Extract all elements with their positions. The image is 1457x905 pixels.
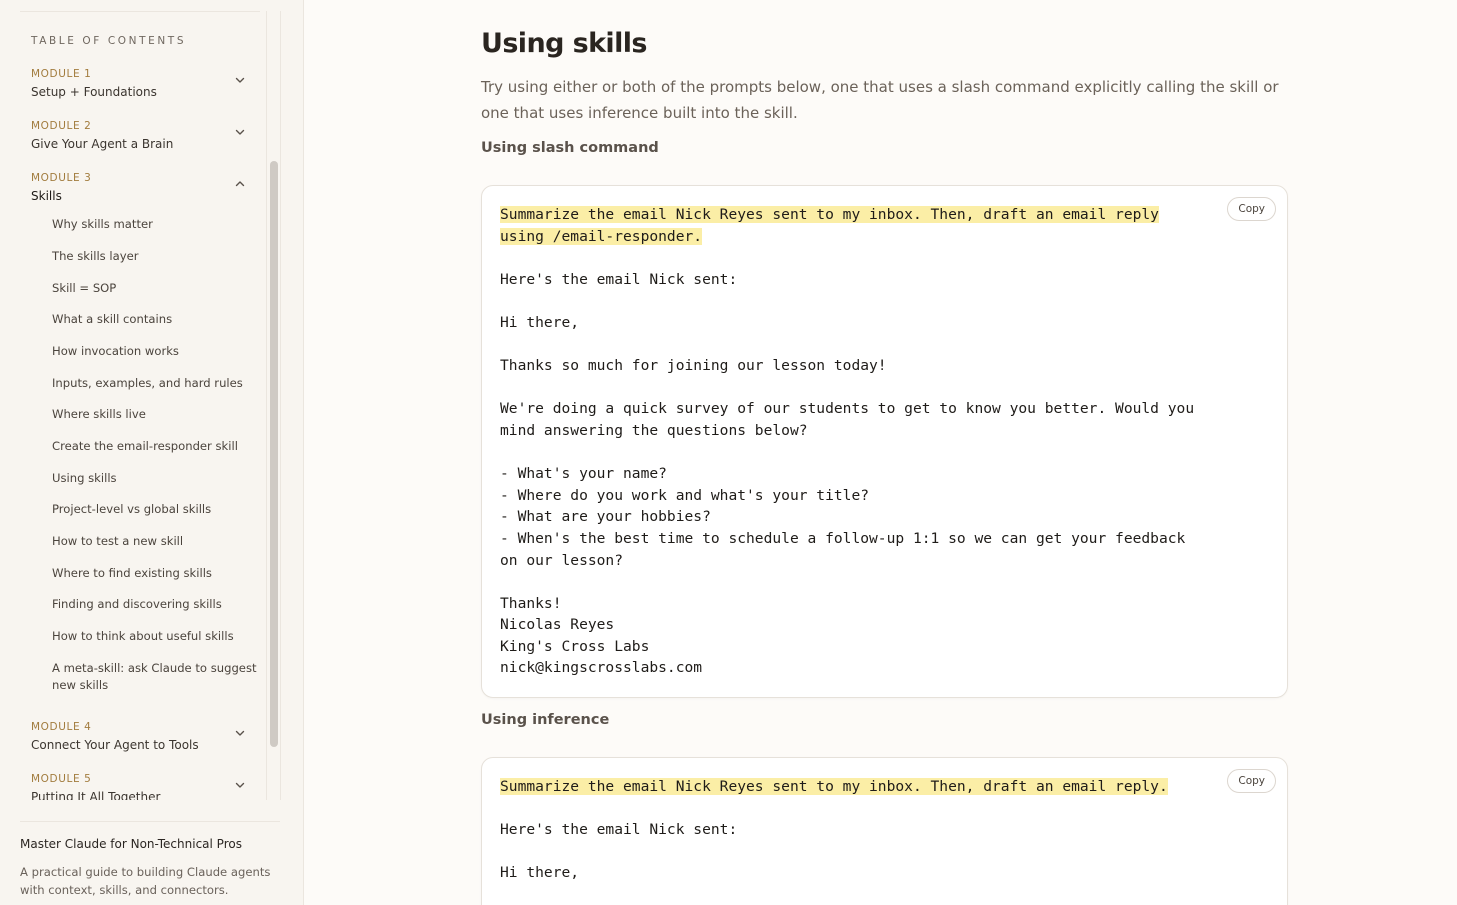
module-title: Skills — [31, 189, 62, 203]
toc-lesson[interactable]: What a skill contains — [52, 311, 257, 328]
chevron-down-icon[interactable] — [233, 125, 247, 139]
course-title: Master Claude for Non-Technical Pros — [20, 837, 242, 851]
chevron-down-icon[interactable] — [233, 73, 247, 87]
module-title: Setup + Foundations — [31, 85, 157, 99]
toc-lesson[interactable]: Inputs, examples, and hard rules — [52, 375, 257, 392]
chevron-up-icon[interactable] — [233, 177, 247, 191]
toc-lesson[interactable]: How to think about useful skills — [52, 628, 257, 645]
toc-lesson[interactable]: How to test a new skill — [52, 533, 257, 550]
code-content: Summarize the email Nick Reyes sent to m… — [500, 204, 1194, 679]
code-block-slash-command: Copy Summarize the email Nick Reyes sent… — [481, 185, 1288, 698]
code-body: Here's the email Nick sent: Hi there, Th… — [500, 270, 1195, 677]
toc-divider — [20, 11, 260, 12]
toc-lesson[interactable]: The skills layer — [52, 248, 257, 265]
code-block-inference: Copy Summarize the email Nick Reyes sent… — [481, 757, 1288, 905]
module-kicker: MODULE 4 — [31, 721, 92, 733]
module-kicker: MODULE 5 — [31, 773, 92, 785]
footer-divider — [20, 821, 280, 822]
module-kicker: MODULE 1 — [31, 68, 92, 80]
chevron-down-icon[interactable] — [233, 778, 247, 792]
toc-module-4[interactable]: MODULE 4 Connect Your Agent to Tools — [31, 720, 256, 753]
section-label-inference: Using inference — [481, 712, 610, 728]
toc-lesson[interactable]: Skill = SOP — [52, 280, 257, 297]
toc-scrollbar-thumb[interactable] — [270, 161, 278, 747]
main-content: Using skills Try using either or both of… — [305, 0, 1457, 905]
toc-module-3[interactable]: MODULE 3 Skills — [31, 171, 256, 204]
copy-button[interactable]: Copy — [1227, 769, 1276, 793]
module-title: Putting It All Together — [31, 790, 161, 800]
toc-scroll-area[interactable]: TABLE OF CONTENTS MODULE 1 Setup + Found… — [0, 0, 266, 800]
sidebar-footer: Master Claude for Non-Technical Pros A p… — [0, 821, 304, 905]
highlighted-prompt: Summarize the email Nick Reyes sent to m… — [500, 778, 1168, 795]
code-content: Summarize the email Nick Reyes sent to m… — [500, 776, 1168, 884]
copy-button[interactable]: Copy — [1227, 197, 1276, 221]
module-title: Connect Your Agent to Tools — [31, 738, 199, 752]
toc-lesson[interactable]: Create the email-responder skill — [52, 438, 257, 455]
module-title: Give Your Agent a Brain — [31, 137, 174, 151]
chevron-down-icon[interactable] — [233, 726, 247, 740]
highlighted-prompt: Summarize the email Nick Reyes sent to m… — [500, 206, 1159, 245]
page-title: Using skills — [481, 28, 647, 59]
module-kicker: MODULE 2 — [31, 120, 92, 132]
module-kicker: MODULE 3 — [31, 172, 92, 184]
code-body: Here's the email Nick sent: Hi there, — [500, 821, 738, 882]
toc-lesson[interactable]: How invocation works — [52, 343, 257, 360]
course-description: A practical guide to building Claude age… — [20, 865, 271, 897]
toc-heading: TABLE OF CONTENTS — [31, 35, 187, 47]
toc-lesson-current[interactable]: Using skills — [52, 470, 257, 487]
toc-lesson[interactable]: Where skills live — [52, 406, 257, 423]
toc-lesson[interactable]: Why skills matter — [52, 216, 257, 233]
toc-module-2[interactable]: MODULE 2 Give Your Agent a Brain — [31, 119, 256, 152]
toc-scrollbar[interactable] — [266, 11, 281, 800]
toc-lesson[interactable]: Project-level vs global skills — [52, 501, 257, 518]
section-label-slash-command: Using slash command — [481, 140, 659, 156]
intro-paragraph: Try using either or both of the prompts … — [481, 78, 1279, 122]
toc-module-5[interactable]: MODULE 5 Putting It All Together — [31, 772, 256, 800]
toc-lesson[interactable]: Finding and discovering skills — [52, 596, 257, 613]
toc-lesson[interactable]: Where to find existing skills — [52, 565, 257, 582]
toc-lesson[interactable]: A meta-skill: ask Claude to suggest new … — [52, 660, 257, 694]
sidebar: TABLE OF CONTENTS MODULE 1 Setup + Found… — [0, 0, 304, 905]
toc-module-1[interactable]: MODULE 1 Setup + Foundations — [31, 67, 256, 100]
